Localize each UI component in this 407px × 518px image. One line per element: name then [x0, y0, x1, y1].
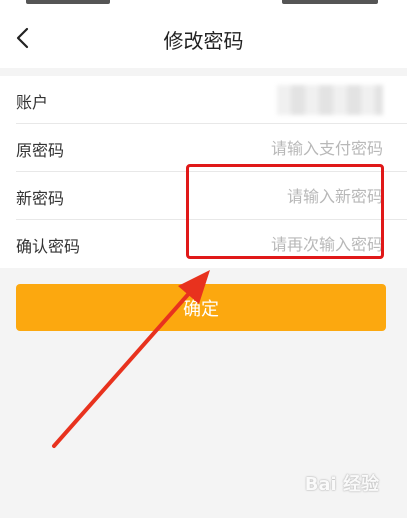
highlight-box	[186, 164, 384, 259]
confirm-password-label: 确认密码	[16, 237, 81, 256]
status-bar-left-blur	[26, 0, 110, 4]
account-row: 账户	[0, 76, 407, 124]
status-bar-right-blur	[282, 0, 378, 4]
account-value-blurred	[277, 85, 383, 115]
old-password-input[interactable]	[183, 134, 383, 162]
nav-bar: 修改密码	[0, 8, 407, 68]
old-password-label: 原密码	[16, 141, 65, 160]
watermark: Bai 经验	[304, 474, 379, 495]
page-title: 修改密码	[163, 29, 244, 53]
account-label: 账户	[16, 93, 49, 112]
confirm-button[interactable]: 确定	[16, 284, 386, 331]
status-bar	[0, 0, 407, 8]
new-password-label: 新密码	[16, 189, 65, 208]
